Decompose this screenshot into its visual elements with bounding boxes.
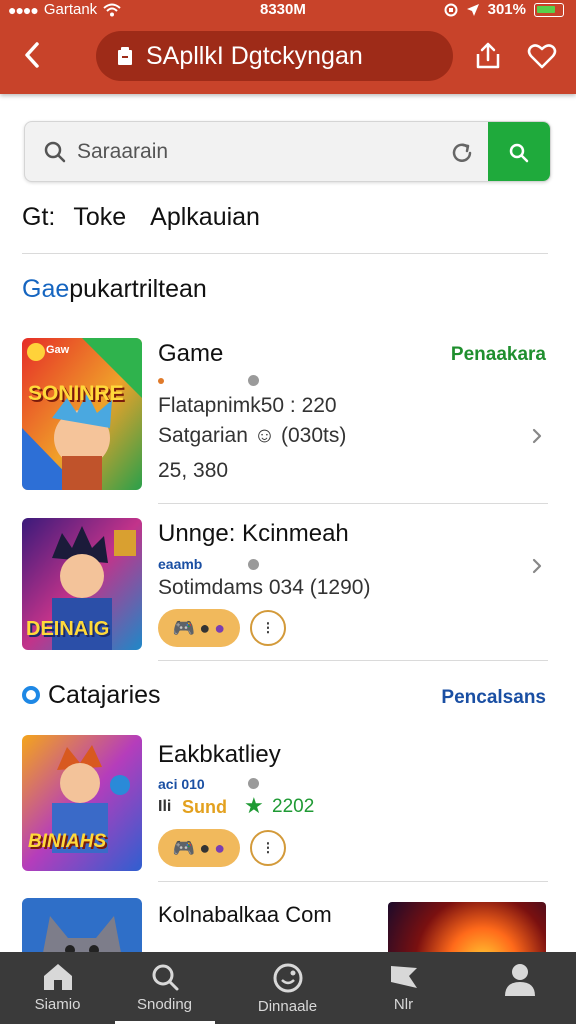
flag-icon	[390, 966, 417, 988]
share-icon[interactable]	[472, 40, 504, 72]
dots-icon: ●	[199, 837, 211, 858]
section-title-categories: Catajaries	[48, 681, 161, 709]
gamepad-icon: 🎮	[172, 617, 196, 638]
thumb-badge: Gaw	[46, 344, 70, 356]
search-button[interactable]	[488, 122, 550, 181]
tab-0[interactable]: Gt:	[22, 203, 55, 237]
heart-icon[interactable]	[526, 40, 558, 72]
dot-indicator	[248, 375, 259, 386]
carrier-label: Gartank	[43, 1, 98, 18]
gamepad-icon: 🎮	[172, 837, 196, 858]
row-divider	[158, 503, 548, 504]
category-thumbnail	[22, 898, 142, 952]
category-row-1[interactable]: BINIAHS Eakbkatliey aci 010 Ili Sund ★ 2…	[22, 735, 548, 875]
nav-search-label: Snoding	[136, 996, 193, 1013]
section-title-accent: Gae	[22, 275, 70, 303]
thumb-title: DEINAIG	[26, 618, 110, 640]
nav-home-label: Siamio	[34, 996, 81, 1013]
controller-chip[interactable]: 🎮 ● ●	[158, 829, 240, 867]
dot-indicator	[248, 559, 259, 570]
app-detail-1: Flatapnimk50 : 220	[158, 394, 337, 417]
search-bar	[24, 121, 551, 182]
app-detail-1: Sotimdams 034 (1290)	[158, 576, 371, 599]
section-title-rest: pukartriltean	[69, 275, 207, 303]
app-status[interactable]: Penaakara	[451, 344, 546, 366]
row-divider	[158, 660, 548, 661]
app-name: Game	[158, 340, 224, 367]
profile-icon	[504, 964, 535, 996]
app-detail-3: 25, 380	[158, 459, 229, 482]
category-tag: aci 010	[158, 776, 205, 792]
nav-home[interactable]: Siamio	[0, 952, 115, 1024]
category-name: Eakbkatliey	[158, 741, 281, 768]
equalizer-icon: Ili	[158, 798, 172, 815]
app-thumbnail: DEINAIG	[22, 518, 142, 650]
info-button[interactable]: ⁝	[250, 830, 286, 866]
smile-icon	[273, 963, 302, 993]
bottom-navigation: Siamio Snoding Dinnaale Nlr	[0, 952, 576, 1024]
page-title: SApllkI Dgtckyngan	[146, 41, 363, 70]
tab-1[interactable]: Toke	[73, 203, 126, 237]
chevron-right-icon[interactable]	[530, 556, 544, 576]
wifi-icon	[103, 3, 121, 16]
clipboard-icon	[118, 47, 132, 65]
info-icon: ⁝	[265, 837, 271, 858]
chevron-right-icon[interactable]	[530, 426, 544, 446]
nav-profile[interactable]	[462, 952, 576, 1024]
tab-2[interactable]: Aplkauian	[150, 203, 260, 237]
battery-icon	[534, 2, 564, 17]
search-icon	[44, 141, 66, 163]
category-row-2[interactable]: Kolnabalkaa Com	[22, 898, 548, 952]
nav-flag[interactable]: Nlr	[346, 952, 461, 1024]
app-action-chips: 🎮 ● ● ⁝	[158, 609, 286, 647]
nav-search[interactable]: Snoding	[107, 952, 222, 1024]
palette-icon: ●	[214, 617, 226, 638]
location-icon	[466, 3, 479, 16]
search-icon	[152, 964, 178, 991]
section-title-featured: Gaepukartriltean	[22, 275, 207, 304]
nav-games-label: Dinnaale	[257, 998, 318, 1015]
category-thumbnail: BINIAHS	[22, 735, 142, 871]
info-icon: ⁝	[265, 617, 271, 638]
app-detail-2: Satgarian ☺ (030ts)	[158, 424, 347, 447]
app-thumbnail: Gaw SONINRE	[22, 338, 142, 490]
controller-chip[interactable]: 🎮 ● ●	[158, 609, 240, 647]
category-action-chips: 🎮 ● ● ⁝	[158, 829, 286, 867]
signal-icon: ●●●●	[8, 1, 39, 18]
refresh-icon[interactable]	[449, 140, 475, 166]
nav-games[interactable]: Dinnaale	[230, 952, 345, 1024]
sound-label: Sund	[182, 797, 227, 817]
battery-percent: 301%	[487, 1, 526, 18]
app-name: Unnge: Kcinmeah	[158, 520, 349, 547]
header-title-pill[interactable]: SApllkI Dgtckyngan	[96, 31, 453, 81]
nav-flag-label: Nlr	[393, 996, 414, 1013]
rating-value: 2202	[272, 796, 315, 817]
home-icon	[43, 964, 72, 990]
status-bar: ●●●● Gartank 8330M 301%	[0, 0, 576, 20]
rotation-lock-icon	[444, 3, 458, 16]
app-row-game[interactable]: Gaw SONINRE Game Penaakara Flatapnimk50 …	[22, 338, 548, 498]
see-all-link[interactable]: Pencalsans	[441, 687, 546, 709]
thumb-title: SONINRE	[28, 382, 124, 405]
palette-icon: ●	[214, 837, 226, 858]
back-arrow-icon[interactable]	[20, 40, 46, 70]
search-submit-icon	[509, 143, 529, 162]
app-tag: eaamb	[158, 556, 203, 572]
category-name: Kolnabalkaa Com	[158, 902, 332, 927]
orange-dot-icon	[158, 378, 164, 384]
thumb-title: BINIAHS	[28, 831, 107, 852]
app-header: ●●●● Gartank 8330M 301% SApllkI Dgtckyng…	[0, 0, 576, 94]
promo-banner[interactable]	[388, 902, 546, 952]
row-divider	[158, 881, 548, 882]
star-icon: ★	[244, 793, 264, 818]
tabs-divider	[22, 253, 548, 254]
app-row-unnge[interactable]: DEINAIG Unnge: Kcinmeah eaamb Sotimdams …	[22, 518, 548, 658]
dots-icon: ●	[199, 617, 211, 638]
category-icon	[22, 686, 40, 704]
status-time: 8330M	[260, 1, 306, 18]
info-button[interactable]: ⁝	[250, 610, 286, 646]
tab-bar: Gt: Toke Aplkauian	[22, 203, 260, 237]
dot-indicator	[248, 778, 259, 789]
search-input[interactable]	[77, 134, 457, 170]
